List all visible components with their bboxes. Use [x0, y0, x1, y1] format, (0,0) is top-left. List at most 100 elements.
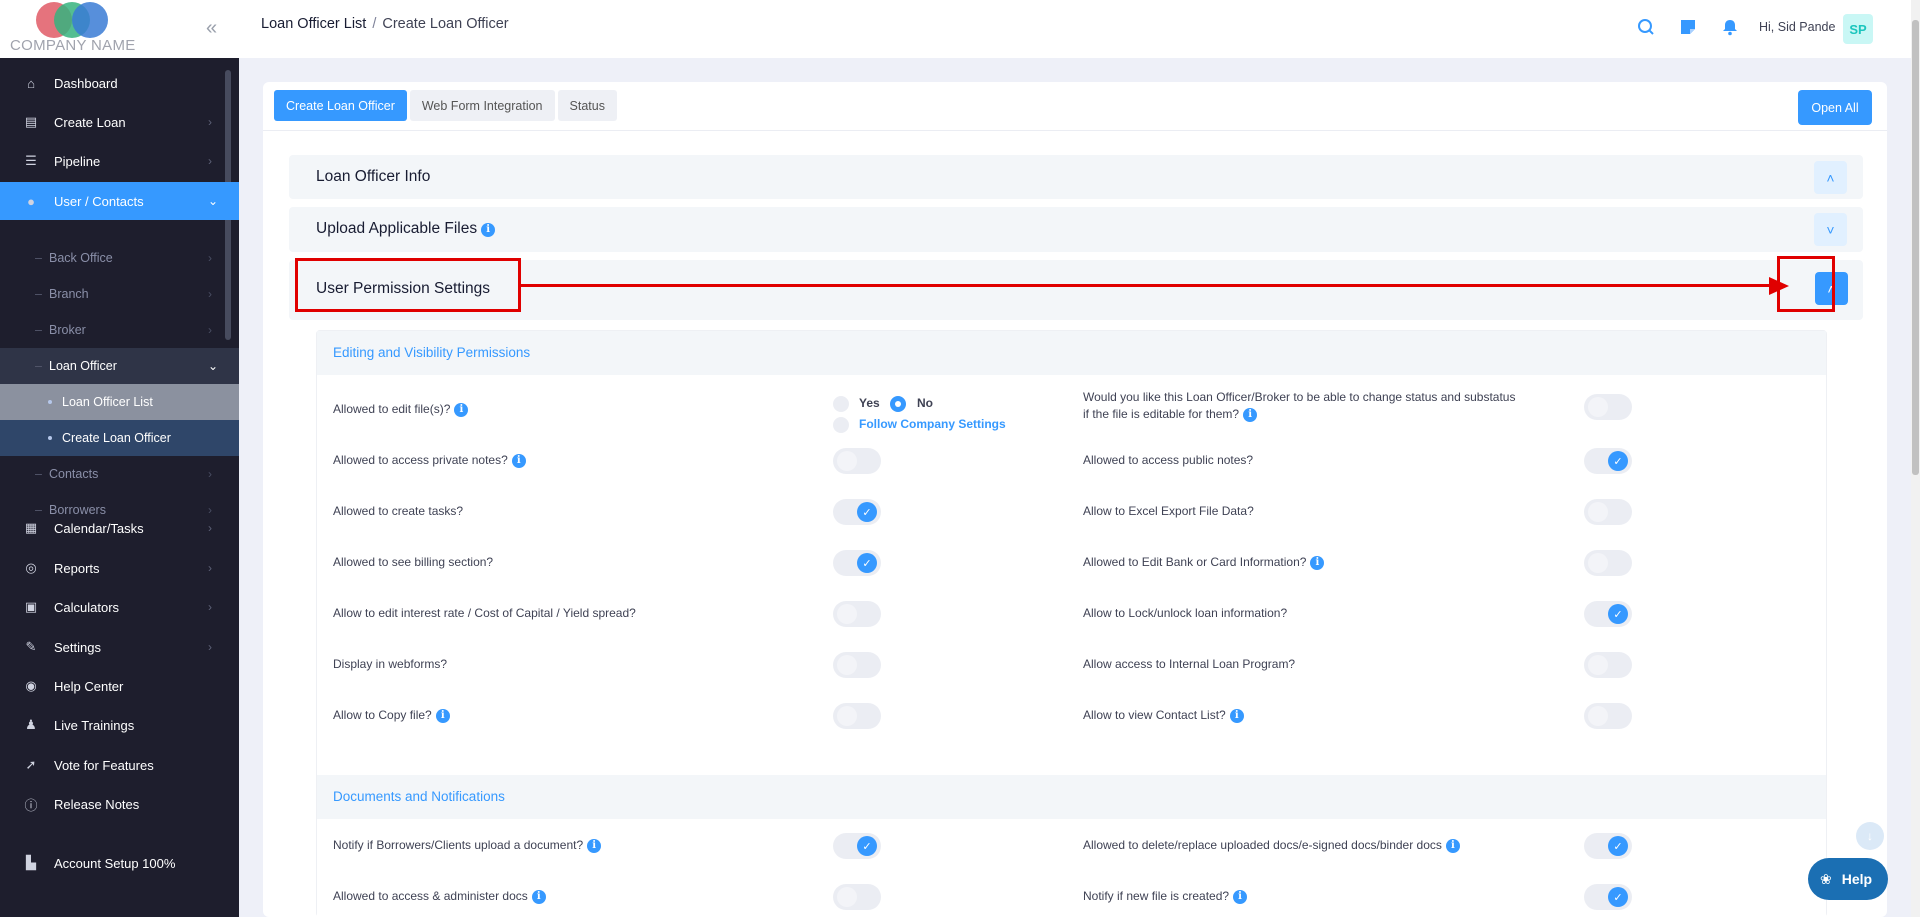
perm-label: Allow to edit interest rate / Cost of Ca… — [333, 606, 636, 620]
info-icon[interactable]: i — [511, 453, 526, 468]
section-title: Upload Applicable Files i — [316, 220, 496, 238]
doc-perm-toggle[interactable] — [1584, 833, 1632, 859]
info-icon[interactable]: i — [481, 222, 496, 237]
perm-toggle[interactable] — [833, 703, 881, 729]
sidebar-item-reports[interactable]: ◎ Reports › — [0, 549, 239, 587]
open-all-button[interactable]: Open All — [1798, 90, 1872, 125]
chevron-down-icon[interactable]: ˅ — [1814, 213, 1847, 246]
sidebar-item-user-contacts[interactable]: ● User / Contacts ⌄ — [0, 182, 239, 220]
info-icon[interactable]: i — [435, 708, 450, 723]
chevron-down-icon: ⌄ — [208, 194, 219, 208]
perm-label: Allow to view Contact List? i — [1083, 707, 1244, 724]
chevron-right-icon: › — [208, 503, 212, 517]
perm-toggle[interactable] — [1584, 652, 1632, 678]
perm-toggle[interactable] — [1584, 448, 1632, 474]
editing-body: Allowed to edit file(s)? i Yes No Follow … — [317, 375, 1826, 775]
sidebar-item-dashboard[interactable]: ⌂ Dashboard — [0, 64, 239, 102]
sidebar-sub-label: Contacts — [49, 467, 99, 481]
sidebar-sub-loan-officer[interactable]: – Loan Officer ⌄ — [0, 348, 239, 384]
sidebar-sub-label: Branch — [49, 287, 89, 301]
sidebar-item-label: Account Setup 100% — [54, 855, 176, 871]
chevron-right-icon: › — [208, 251, 212, 265]
alert-circle-icon: ⓘ — [24, 797, 38, 813]
perm-toggle[interactable] — [833, 448, 881, 474]
perm-toggle[interactable] — [1584, 499, 1632, 525]
sidebar-sub-branch[interactable]: – Branch › — [0, 276, 239, 312]
info-icon[interactable]: i — [1243, 407, 1258, 422]
perm-label: Display in webforms? — [333, 657, 448, 671]
perm-toggle[interactable] — [1584, 601, 1632, 627]
sidebar-item-create-loan[interactable]: ▤ Create Loan › — [0, 103, 239, 141]
search-icon[interactable] — [1637, 18, 1655, 41]
setup-icon: ▙ — [26, 855, 36, 870]
change-status-label: Would you like this Loan Officer/Broker … — [1083, 390, 1516, 422]
perm-toggle[interactable] — [833, 550, 881, 576]
radio-yes[interactable] — [833, 396, 849, 412]
tab-create-loan-officer[interactable]: Create Loan Officer — [274, 90, 407, 121]
sidebar-item-pipeline[interactable]: ☰ Pipeline › — [0, 142, 239, 180]
section-loan-officer-info[interactable]: Loan Officer Info ˄ — [289, 155, 1863, 199]
section-user-permissions[interactable]: User Permission Settings ˄ — [289, 260, 1863, 320]
chevron-up-icon[interactable]: ˄ — [1814, 161, 1847, 194]
download-icon[interactable]: ↓ — [1856, 822, 1884, 850]
page-scrollbar[interactable] — [1911, 0, 1920, 917]
breadcrumb-current: Create Loan Officer — [382, 16, 509, 32]
info-icon[interactable]: i — [1310, 555, 1325, 570]
sidebar-item-label: Create Loan — [54, 114, 126, 130]
radio-follow-company[interactable] — [833, 417, 849, 433]
sidebar-sub-contacts[interactable]: – Contacts › — [0, 456, 239, 492]
dash-marker: – — [35, 503, 42, 517]
info-icon[interactable]: i — [1445, 838, 1460, 853]
sidebar-item-calculators[interactable]: ▣ Calculators › — [0, 588, 239, 626]
sidebar-item-label: Reports — [54, 560, 100, 576]
help-button[interactable]: ❀ Help — [1808, 858, 1888, 900]
radio-yes-label: Yes — [859, 396, 880, 410]
sidebar-item-label: User / Contacts — [54, 193, 144, 209]
brain-icon: ❀ — [1820, 870, 1832, 887]
sidebar-item-help-center[interactable]: ◉ Help Center — [0, 667, 239, 705]
perm-toggle[interactable] — [1584, 703, 1632, 729]
sticky-note-icon[interactable] — [1679, 18, 1697, 41]
sidebar-sub-borrowers[interactable]: – Borrowers › — [0, 492, 239, 528]
user-icon: ● — [27, 193, 35, 209]
sidebar-item-release-notes[interactable]: ⓘ Release Notes — [0, 785, 239, 823]
sidebar-item-vote-for-features[interactable]: ➚ Vote for Features — [0, 746, 239, 784]
collapse-sidebar-icon[interactable]: « — [206, 17, 217, 40]
info-icon[interactable]: i — [454, 402, 469, 417]
radio-follow-company-label[interactable]: Follow Company Settings — [859, 417, 1006, 431]
doc-perm-label: Notify if Borrowers/Clients upload a doc… — [333, 837, 602, 854]
sidebar-leaf-loan-officer-list[interactable]: Loan Officer List — [0, 384, 239, 420]
info-icon[interactable]: i — [531, 889, 546, 904]
chevron-right-icon: › — [208, 561, 212, 575]
doc-perm-toggle[interactable] — [1584, 884, 1632, 910]
info-icon[interactable]: i — [587, 838, 602, 853]
bell-icon[interactable] — [1721, 18, 1739, 41]
sidebar-item-live-trainings[interactable]: ♟ Live Trainings — [0, 706, 239, 744]
docs-subheader: Documents and Notifications — [317, 775, 1826, 819]
sidebar-sub-back-office[interactable]: – Back Office › — [0, 240, 239, 276]
perm-label: Allowed to create tasks? — [333, 504, 464, 518]
sidebar-item-label: Vote for Features — [54, 757, 154, 773]
doc-perm-toggle[interactable] — [833, 833, 881, 859]
perm-toggle[interactable] — [1584, 550, 1632, 576]
avatar[interactable]: SP — [1843, 14, 1873, 44]
info-icon[interactable]: i — [1229, 708, 1244, 723]
sidebar-leaf-create-loan-officer[interactable]: Create Loan Officer — [0, 420, 239, 456]
perm-toggle[interactable] — [833, 499, 881, 525]
breadcrumb-parent[interactable]: Loan Officer List — [261, 16, 366, 32]
sidebar-item-account-setup-100[interactable]: ▙ Account Setup 100% — [0, 844, 239, 882]
sidebar-sub-label: Broker — [49, 323, 86, 337]
sidebar-item-settings[interactable]: ✎ Settings › — [0, 628, 239, 666]
radio-no[interactable] — [890, 396, 906, 412]
sidebar-sub-broker[interactable]: – Broker › — [0, 312, 239, 348]
tab-status[interactable]: Status — [557, 90, 617, 121]
section-upload-files[interactable]: Upload Applicable Files i ˅ — [289, 207, 1863, 252]
tab-web-form-integration[interactable]: Web Form Integration — [409, 90, 555, 121]
info-icon[interactable]: i — [1233, 889, 1248, 904]
perm-toggle[interactable] — [833, 652, 881, 678]
perm-toggle[interactable] — [833, 601, 881, 627]
change-status-toggle[interactable] — [1584, 394, 1632, 420]
sidebar-leaf-label: Create Loan Officer — [62, 431, 171, 445]
doc-perm-toggle[interactable] — [833, 884, 881, 910]
section-title: Loan Officer Info — [316, 168, 431, 185]
